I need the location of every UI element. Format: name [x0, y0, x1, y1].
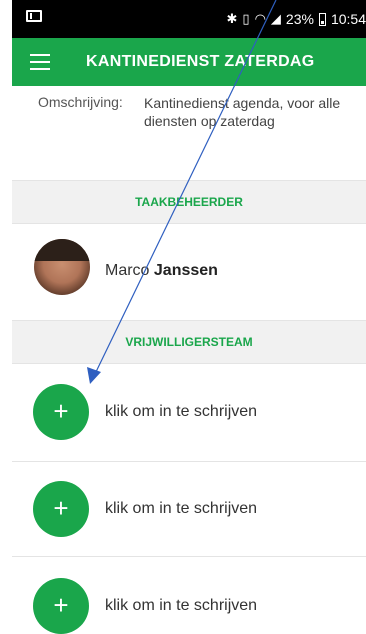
signup-label: klik om in te schrijven	[105, 597, 258, 614]
signup-label: klik om in te schrijven	[105, 500, 258, 517]
hamburger-menu-icon[interactable]	[30, 54, 50, 70]
volunteer-slot-2[interactable]: + klik om in te schrijven	[12, 462, 366, 556]
volunteer-slot-3[interactable]: + klik om in te schrijven	[12, 557, 366, 634]
clock: 10:54	[330, 11, 366, 27]
description-label: Omschrijving:	[38, 94, 123, 110]
signal-icon: ◢	[270, 11, 281, 26]
vibrate-icon: ▯	[242, 11, 250, 26]
mail-icon	[26, 10, 42, 22]
add-icon[interactable]: +	[33, 384, 89, 440]
page-title: KANTINEDIENST ZATERDAG	[86, 53, 315, 70]
section-header-task-manager: TAAKBEHEERDER	[12, 180, 366, 224]
status-bar: ✱ ▯ ◠ ◢ 23% 10:54	[12, 0, 366, 38]
description-value: Kantinedienst agenda, voor alle diensten…	[144, 95, 341, 129]
add-icon[interactable]: +	[33, 578, 89, 634]
add-icon[interactable]: +	[33, 481, 89, 537]
section-header-volunteers: VRIJWILLIGERSTEAM	[12, 320, 366, 364]
app-bar: KANTINEDIENST ZATERDAG	[12, 38, 366, 86]
last-name: Janssen	[153, 262, 218, 279]
avatar	[34, 239, 90, 295]
bluetooth-icon: ✱	[226, 11, 238, 26]
first-name: Marco	[105, 262, 150, 279]
volunteer-slot-1[interactable]: + klik om in te schrijven	[12, 363, 366, 461]
wifi-icon: ◠	[254, 11, 266, 26]
task-manager-row[interactable]: Marco Janssen	[12, 223, 366, 319]
status-icons: ✱ ▯ ◠ ◢ 23% 10:54	[227, 11, 366, 27]
battery-percentage: 23%	[285, 11, 314, 27]
task-manager-name: Marco Janssen	[105, 262, 218, 280]
signup-label: klik om in te schrijven	[105, 403, 258, 420]
battery-icon	[318, 12, 326, 26]
